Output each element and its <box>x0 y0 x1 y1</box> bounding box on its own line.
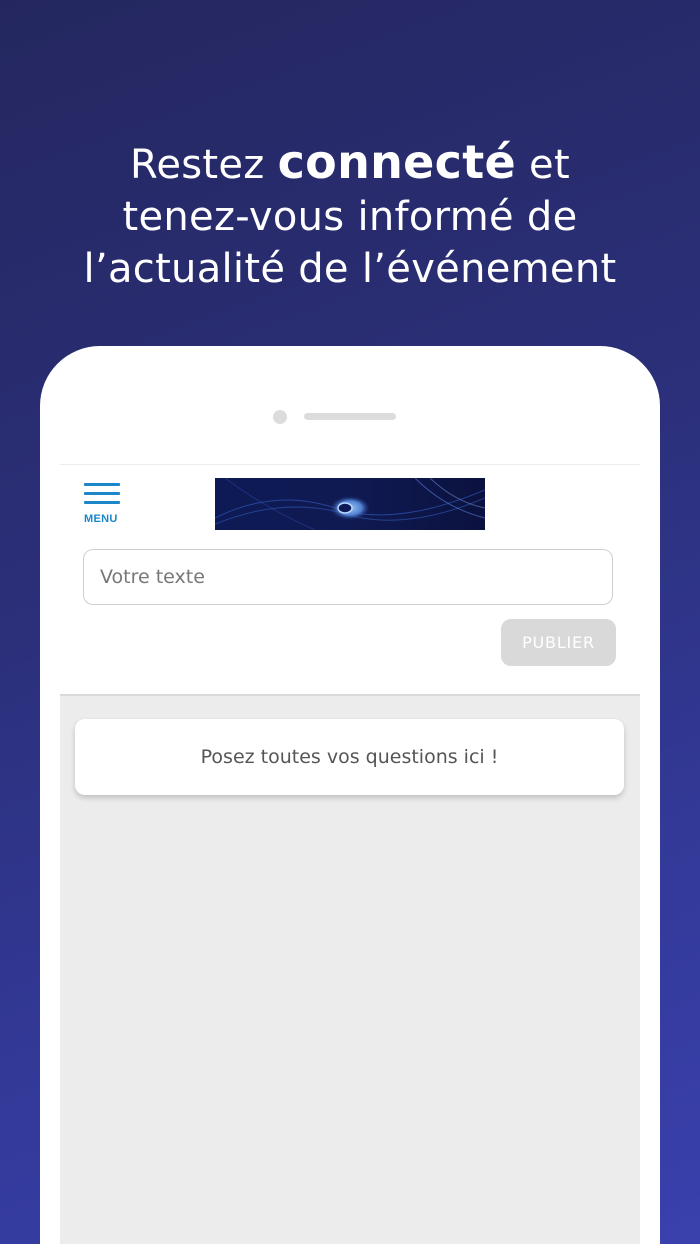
app-screen: MENU Votre texte PUBLIER Posez toutes vo… <box>60 464 640 1244</box>
event-banner <box>215 478 485 530</box>
phone-camera <box>273 410 287 424</box>
hamburger-menu-icon <box>84 483 124 504</box>
questions-prompt-card: Posez toutes vos questions ici ! <box>75 719 624 795</box>
questions-prompt-text: Posez toutes vos questions ici ! <box>200 746 499 768</box>
headline-emphasis: connecté <box>277 135 517 189</box>
menu-button[interactable]: MENU <box>84 483 124 527</box>
phone-mockup: MENU Votre texte PUBLIER Posez toutes vo… <box>40 346 660 1244</box>
promo-headline: Restez connecté et tenez-vous informé de… <box>0 136 700 295</box>
headline-line-1: Restez connecté et <box>0 136 700 191</box>
headline-text-start: Restez <box>130 142 278 188</box>
feed-area[interactable]: Posez toutes vos questions ici ! <box>60 694 640 1244</box>
menu-label: MENU <box>84 513 118 525</box>
headline-line-2: tenez-vous informé de <box>122 194 578 240</box>
headline-line-3: l’actualité de l’événement <box>83 246 617 292</box>
publish-button[interactable]: PUBLIER <box>501 619 616 666</box>
post-text-input[interactable] <box>83 549 613 605</box>
headline-text-end: et <box>516 142 570 188</box>
phone-speaker <box>304 413 396 420</box>
